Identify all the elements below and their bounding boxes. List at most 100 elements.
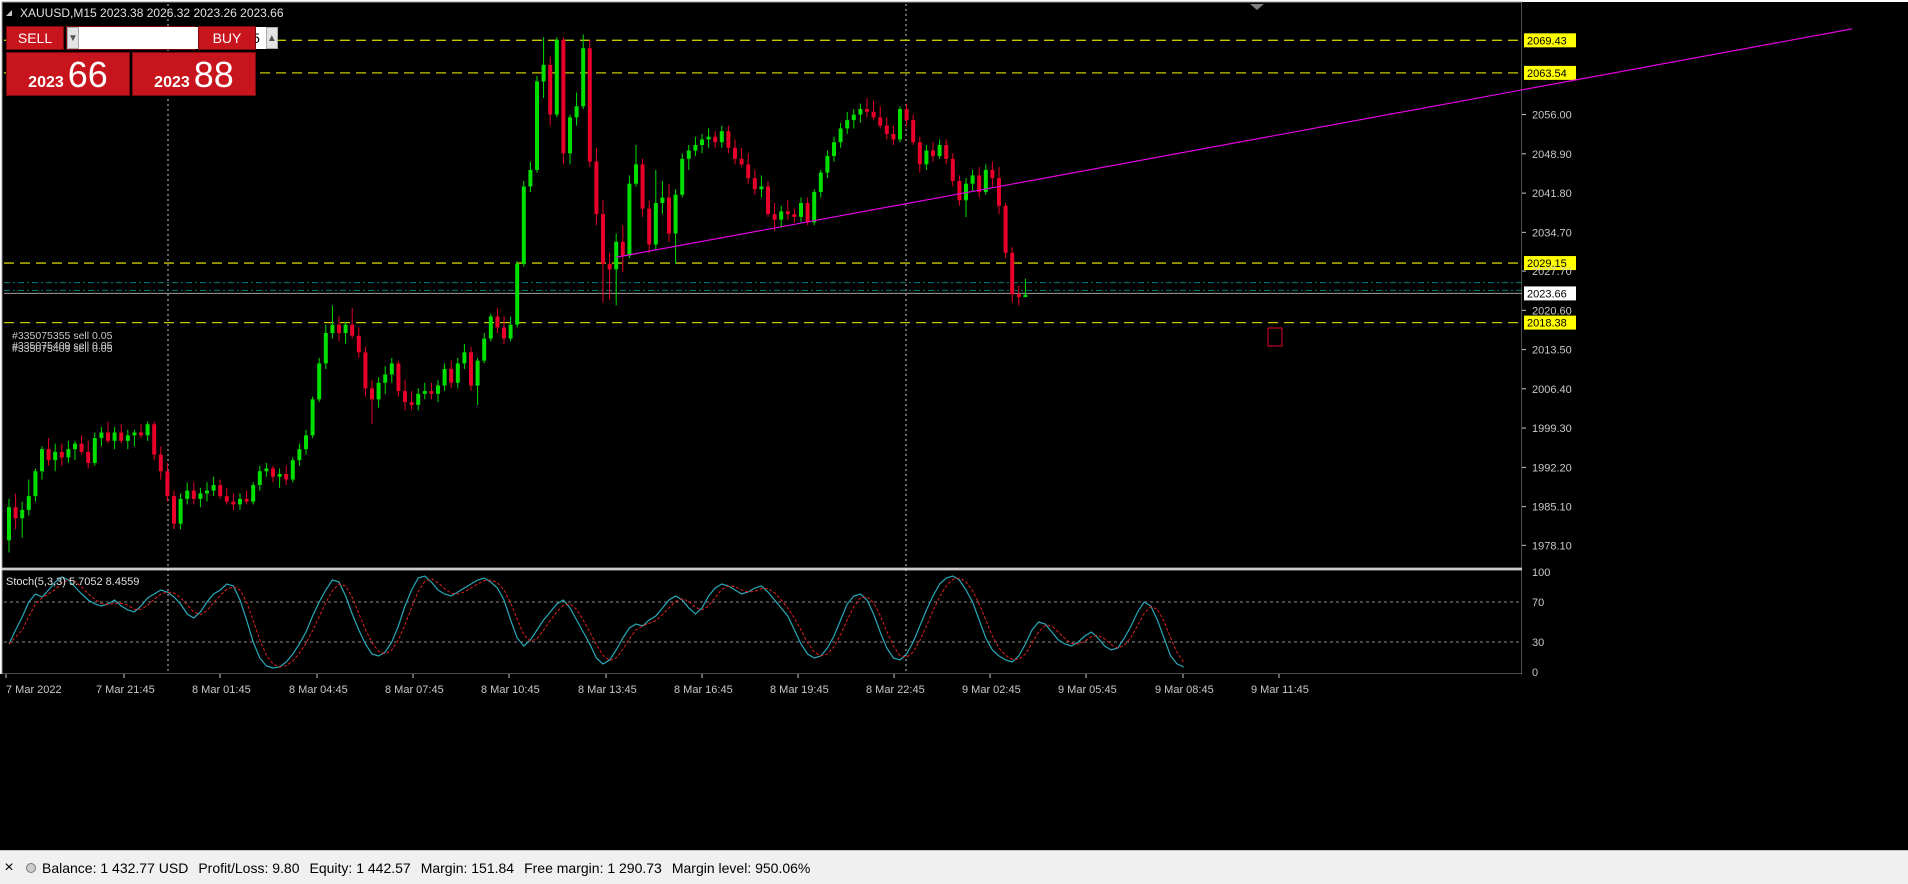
equity-value: Equity: 1 442.57 xyxy=(309,859,411,876)
candle-body xyxy=(673,194,678,234)
stochastic-panel xyxy=(1,569,1523,675)
candle-body xyxy=(66,449,71,458)
account-status-icon xyxy=(26,862,36,873)
price-axis-label: 1992.20 xyxy=(1532,462,1572,474)
close-icon[interactable]: × xyxy=(0,859,18,877)
sell-price-button[interactable]: 2023 66 xyxy=(6,52,130,96)
candle-body xyxy=(99,432,104,439)
candle-body xyxy=(495,316,500,328)
candle-body xyxy=(865,109,869,112)
time-axis-label: 9 Mar 11:45 xyxy=(1251,684,1309,696)
candle-body xyxy=(515,263,520,325)
price-axis-label: 2048.90 xyxy=(1532,149,1572,161)
candle-body xyxy=(211,485,216,491)
candle-body xyxy=(812,192,817,223)
price-chart[interactable]: 2069.432063.542029.152018.38#335075355 s… xyxy=(0,0,1908,850)
candle-body xyxy=(469,352,473,386)
candle-body xyxy=(297,449,302,461)
candle-body xyxy=(607,263,612,270)
candle-body xyxy=(271,468,275,477)
margin-level-value: Margin level: 950.06% xyxy=(671,859,811,876)
candle-body xyxy=(40,449,44,472)
time-axis-label: 7 Mar 2022 xyxy=(6,684,62,696)
candle-body xyxy=(818,172,823,192)
candle-body xyxy=(482,338,487,361)
level-price-tag: 2063.54 xyxy=(1524,65,1576,80)
candle-body xyxy=(422,391,427,394)
candle-body xyxy=(581,48,586,107)
price-axis-label: 2027.70 xyxy=(1532,266,1572,278)
lot-increase-icon[interactable]: ▲ xyxy=(265,27,278,49)
candle-body xyxy=(521,186,526,264)
stochastic-header: Stoch(5,3,3) 5.7052 8.4559 xyxy=(6,576,139,588)
candle-body xyxy=(700,139,704,145)
candle-body xyxy=(396,363,401,392)
time-axis-label: 8 Mar 10:45 xyxy=(481,684,540,696)
candle-body xyxy=(185,490,190,499)
candle-body xyxy=(370,388,374,400)
current-price-tag-text: 2023.66 xyxy=(1527,288,1567,300)
candle-body xyxy=(350,324,355,336)
candle-body xyxy=(739,158,744,165)
buy-button[interactable]: BUY xyxy=(198,26,256,50)
candle-body xyxy=(158,454,163,472)
sell-button[interactable]: SELL xyxy=(6,26,64,50)
candle-body xyxy=(832,142,836,157)
candle-body xyxy=(53,451,58,461)
candle-body xyxy=(218,485,223,497)
level-price-tag: 2069.43 xyxy=(1524,33,1576,48)
candle-body xyxy=(587,48,592,162)
price-axis-label: 1978.10 xyxy=(1532,540,1572,552)
candle-body xyxy=(686,150,691,159)
candle-body xyxy=(284,474,289,480)
buy-price-button[interactable]: 2023 88 xyxy=(132,52,256,96)
candle-body xyxy=(26,496,31,510)
candle-body xyxy=(264,468,269,472)
lot-decrease-icon[interactable]: ▼ xyxy=(67,27,79,49)
candle-body xyxy=(884,125,889,134)
time-axis-label: 8 Mar 16:45 xyxy=(674,684,733,696)
candle-body xyxy=(746,164,751,179)
candle-body xyxy=(257,471,262,486)
candle-body xyxy=(554,39,559,115)
candle-body xyxy=(304,435,308,450)
candle-body xyxy=(205,490,209,494)
price-axis-panel xyxy=(1522,2,1908,674)
time-axis-label: 9 Mar 02:45 xyxy=(962,684,1021,696)
candle-body xyxy=(20,509,25,519)
candle-body xyxy=(436,385,440,394)
candle-body xyxy=(383,374,388,383)
candle-body xyxy=(356,335,361,353)
candle-body xyxy=(660,197,665,204)
candle-body xyxy=(548,64,553,115)
candle-body xyxy=(917,142,922,165)
candle-body xyxy=(792,214,797,217)
candle-body xyxy=(7,507,11,541)
candle-body xyxy=(33,471,38,497)
candle-body xyxy=(904,109,909,121)
stochastic-axis-label: 100 xyxy=(1532,567,1550,579)
candle-body xyxy=(337,324,341,333)
candle-body xyxy=(825,156,830,173)
level-price-tag: 2018.38 xyxy=(1524,315,1576,330)
candle-body xyxy=(937,145,942,157)
price-axis-label: 2034.70 xyxy=(1532,227,1572,239)
stochastic-axis-label: 30 xyxy=(1532,637,1544,649)
candle-body xyxy=(198,493,203,499)
candle-body xyxy=(541,64,546,82)
candle-body xyxy=(1023,294,1028,298)
candle-body xyxy=(535,81,539,170)
level-price-tag-text: 2063.54 xyxy=(1527,68,1567,80)
chart-symbol-header: XAUUSD,M15 2023.38 2026.32 2023.26 2023.… xyxy=(20,6,284,20)
candle-body xyxy=(752,178,757,190)
candle-body xyxy=(475,360,480,386)
candle-body xyxy=(462,352,467,364)
candle-body xyxy=(317,363,322,400)
candle-body xyxy=(766,186,770,215)
candle-body xyxy=(455,363,460,383)
candle-body xyxy=(79,443,84,452)
level-price-tag-text: 2018.38 xyxy=(1527,318,1567,330)
candle-body xyxy=(178,498,183,524)
order-label: #335075409 sell 0.05 xyxy=(12,343,113,355)
margin-value: Margin: 151.84 xyxy=(420,859,515,876)
